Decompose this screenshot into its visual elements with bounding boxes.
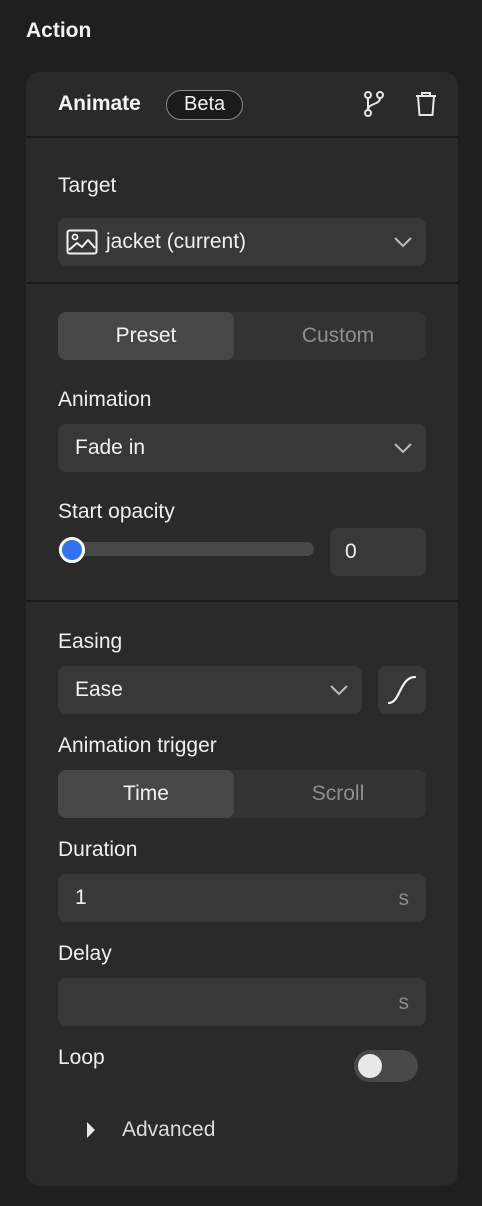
delay-label: Delay — [58, 942, 112, 965]
easing-curve-button[interactable] — [378, 666, 426, 714]
ease-curve-icon — [387, 675, 417, 705]
caret-right-icon — [87, 1122, 95, 1138]
chevron-down-icon — [394, 443, 412, 454]
divider — [26, 600, 458, 602]
section-title: Action — [26, 19, 92, 42]
trash-icon[interactable] — [412, 90, 440, 118]
target-select[interactable]: jacket (current) — [58, 218, 426, 266]
target-label: Target — [58, 174, 117, 197]
card-title: Animate — [58, 92, 141, 115]
tab-scroll[interactable]: Scroll — [250, 770, 426, 818]
opacity-value: 0 — [345, 540, 357, 563]
divider — [26, 136, 458, 138]
start-opacity-label: Start opacity — [58, 500, 175, 523]
beta-badge: Beta — [166, 90, 244, 120]
advanced-label: Advanced — [122, 1118, 216, 1141]
tab-time[interactable]: Time — [58, 770, 234, 818]
duration-unit: s — [398, 887, 410, 910]
trigger-toggle: Time Scroll — [58, 770, 426, 818]
delay-unit: s — [398, 991, 410, 1014]
chevron-down-icon — [330, 685, 348, 696]
easing-label: Easing — [58, 630, 123, 653]
divider — [26, 282, 458, 284]
branch-icon[interactable] — [360, 90, 388, 118]
loop-label: Loop — [58, 1046, 105, 1069]
animation-trigger-label: Animation trigger — [58, 734, 217, 757]
duration-label: Duration — [58, 838, 138, 861]
loop-toggle[interactable] — [354, 1050, 418, 1082]
card-header: Animate Beta — [26, 72, 458, 136]
preset-custom-toggle: Preset Custom — [58, 312, 426, 360]
target-value: jacket (current) — [106, 230, 247, 253]
opacity-input[interactable]: 0 — [330, 528, 426, 576]
easing-value: Ease — [75, 678, 123, 701]
chevron-down-icon — [394, 237, 412, 248]
tab-custom[interactable]: Custom — [250, 312, 426, 360]
opacity-slider-track[interactable] — [58, 542, 314, 556]
opacity-slider-thumb[interactable] — [59, 537, 85, 563]
loop-toggle-knob — [358, 1054, 382, 1078]
animation-value: Fade in — [75, 436, 146, 459]
image-icon — [66, 229, 98, 255]
delay-input[interactable]: s — [58, 978, 426, 1026]
duration-input[interactable]: 1 s — [58, 874, 426, 922]
animate-action-card: Animate Beta Target jacket (current) Pre… — [26, 72, 458, 1186]
easing-select[interactable]: Ease — [58, 666, 362, 714]
animation-label: Animation — [58, 388, 152, 411]
animation-select[interactable]: Fade in — [58, 424, 426, 472]
duration-value: 1 — [75, 886, 87, 909]
tab-preset[interactable]: Preset — [58, 312, 234, 360]
